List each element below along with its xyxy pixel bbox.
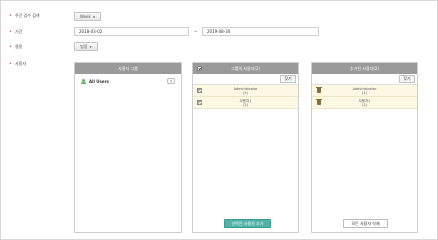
list-item-id: (1) [362, 90, 367, 95]
user-group-icon [81, 78, 86, 84]
user-group-title: 사용자 그룹 [118, 65, 138, 71]
usage-label: • 용용 [9, 44, 22, 50]
list-item: Administrator (1) [312, 85, 417, 97]
end-date-value: 2019-08-30 [207, 29, 231, 34]
remove-all-users-button[interactable]: 모든 사용자 삭제 [343, 219, 388, 228]
list-item: 사용자1 (2) [312, 97, 417, 109]
group-users-header: 그룹의 사용자(2) [193, 63, 298, 74]
chevron-down-icon: ▼ [92, 14, 96, 19]
select-all-checkbox[interactable] [197, 66, 202, 71]
added-users-search-button[interactable]: 찾기 [399, 75, 415, 83]
users-label-text: 사용자 [14, 61, 26, 66]
list-item-id: (2) [362, 102, 367, 107]
user-group-panel: 사용자 그룹 All Users 0 [74, 62, 182, 233]
user-filter-form: • 주간 검수 검색 Week ▼ • 기간 2018-03-02 ~ 2019… [0, 0, 438, 240]
period-unit-value: Week [79, 14, 91, 19]
tree-item-label: All Users [89, 78, 109, 84]
row-checkbox[interactable] [197, 100, 202, 105]
list-item[interactable]: 사용자1 (2) [193, 97, 298, 109]
list-item[interactable]: Administrator (1) [193, 85, 298, 97]
list-item-text: 사용자1 (2) [193, 99, 298, 107]
list-item-text: Administrator (1) [312, 87, 417, 95]
start-date-input[interactable]: 2018-03-02 [74, 27, 189, 36]
added-users-title: 추가된 사용자(2) [349, 65, 380, 71]
required-bullet: • [9, 61, 12, 67]
group-users-search-row: 찾기 [193, 74, 298, 85]
usage-label-text: 용용 [14, 44, 23, 49]
date-range-label-text: 기간 [14, 29, 23, 34]
user-group-header: 사용자 그룹 [75, 63, 181, 74]
list-item-id: (1) [243, 90, 248, 95]
period-unit-label: • 주간 검수 검색 [9, 13, 40, 19]
usage-dropdown[interactable]: 범용 ▼ [74, 42, 98, 51]
required-bullet: • [9, 29, 12, 35]
tree-item-all-users[interactable]: All Users 0 [81, 77, 175, 85]
trash-icon[interactable] [316, 99, 322, 105]
required-bullet: • [9, 44, 12, 50]
users-label: • 사용자 [9, 61, 26, 67]
chevron-down-icon: ▼ [89, 44, 92, 49]
row-checkbox[interactable] [197, 88, 202, 93]
start-date-value: 2018-03-02 [79, 29, 103, 34]
usage-value: 범용 [80, 43, 88, 49]
date-range-separator: ~ [194, 29, 198, 34]
group-users-search-button[interactable]: 찾기 [280, 75, 296, 83]
added-users-header: 추가된 사용자(2) [312, 63, 417, 74]
group-users-title: 그룹의 사용자(2) [230, 65, 261, 71]
date-range-label: • 기간 [9, 29, 22, 35]
add-selected-users-button[interactable]: 선택된 사용자 추가 [224, 219, 271, 228]
list-item-id: (2) [243, 102, 248, 107]
group-users-panel: 그룹의 사용자(2) 찾기 Administrator (1) 사용자1 (2)… [192, 62, 299, 233]
list-item-text: Administrator (1) [193, 87, 298, 95]
list-item-text: 사용자1 (2) [312, 99, 417, 107]
tree-item-count-badge: 0 [167, 78, 175, 84]
required-bullet: • [9, 13, 12, 19]
trash-icon[interactable] [316, 87, 322, 93]
period-unit-label-text: 주간 검수 검색 [14, 13, 40, 18]
added-users-search-row: 찾기 [312, 74, 417, 85]
added-users-panel: 추가된 사용자(2) 찾기 Administrator (1) 사용자1 (2)… [311, 62, 418, 233]
end-date-input[interactable]: 2019-08-30 [202, 27, 319, 36]
period-unit-dropdown[interactable]: Week ▼ [74, 12, 101, 21]
